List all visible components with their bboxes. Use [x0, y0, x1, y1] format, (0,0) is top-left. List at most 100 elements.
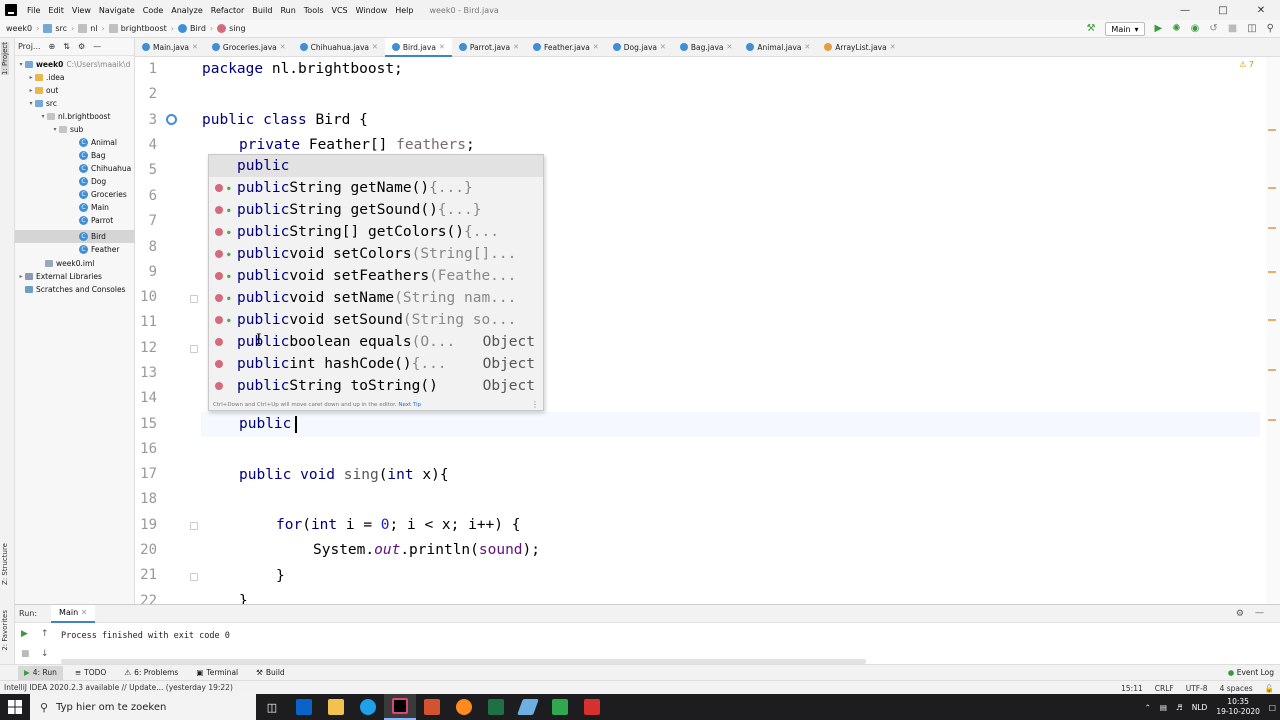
warnings-indicator[interactable]: ⚠ 7 [1239, 60, 1254, 69]
completion-item[interactable]: public int hashCode() {... Object [209, 353, 543, 375]
menu-navigate[interactable]: Navigate [95, 6, 139, 15]
hide-icon[interactable]: — [1255, 608, 1264, 618]
tab-dog-java[interactable]: Dog.java ✕ [606, 38, 673, 57]
tool-window-problems[interactable]: ⚠ 6: Problems [118, 666, 184, 680]
debug-icon[interactable]: ✺ [1172, 24, 1180, 34]
fold-icon[interactable] [190, 573, 198, 581]
completion-item[interactable]: ● public void setFeathers (Feathe... [209, 265, 543, 287]
completion-item[interactable]: ● public void setSound (String so... [209, 309, 543, 331]
stop-icon[interactable]: ■ [1228, 24, 1237, 34]
skype-icon[interactable] [352, 694, 384, 720]
task-view-icon[interactable]: ◫ [256, 694, 288, 720]
intellij-taskbar-icon[interactable] [384, 694, 416, 720]
close-icon[interactable]: ✕ [804, 43, 810, 51]
tab-feather-java[interactable]: Feather.java ✕ [526, 38, 606, 57]
close-icon[interactable]: ✕ [439, 43, 445, 51]
next-tip-link[interactable]: Next Tip [398, 402, 421, 408]
tab-chihuahua-java[interactable]: Chihuahua.java ✕ [293, 38, 385, 57]
tree-item-animal[interactable]: C Animal [15, 136, 135, 149]
menu-code[interactable]: Code [139, 6, 167, 15]
tree-item-sub[interactable]: ▾ sub [15, 123, 135, 136]
gear-icon[interactable]: ⚙ [78, 42, 85, 51]
tool-window-todo[interactable]: ≡ TODO [69, 666, 112, 680]
expand-arrow-icon[interactable]: ▾ [39, 113, 47, 120]
pen-app-icon[interactable] [512, 694, 544, 720]
close-icon[interactable]: ✕ [81, 608, 88, 617]
stop-icon[interactable]: ■ [21, 649, 30, 659]
menu-window[interactable]: Window [352, 6, 392, 15]
tree-item-week0-iml[interactable]: week0.iml [15, 257, 135, 270]
close-icon[interactable]: ✕ [660, 43, 666, 51]
completion-item[interactable]: ● public String[] getColors() {... [209, 221, 543, 243]
tree-item-parrot[interactable]: C Parrot [15, 214, 135, 227]
rerun-icon[interactable]: ▶ [21, 629, 28, 639]
notifications-icon[interactable]: □ [1269, 703, 1276, 712]
firefox-icon[interactable] [448, 694, 480, 720]
tool-window-build[interactable]: ⚒ Build [250, 666, 291, 680]
warning-stripe[interactable] [1268, 271, 1276, 273]
tree-item-external-libraries[interactable]: ▸ External Libraries [15, 270, 135, 283]
fold-icon[interactable] [190, 345, 198, 353]
tool-window-terminal[interactable]: ▣ Terminal [190, 666, 244, 680]
warning-stripe[interactable] [1268, 227, 1276, 229]
project-structure-icon[interactable]: ◫ [1247, 24, 1256, 34]
breadcrumb-bird[interactable]: Bird [177, 24, 206, 33]
profile-icon[interactable]: ↺ [1209, 24, 1217, 34]
close-icon[interactable]: ✕ [192, 43, 198, 51]
close-icon[interactable]: ✕ [280, 43, 286, 51]
menu-file[interactable]: File [23, 6, 44, 15]
menu-analyze[interactable]: Analyze [167, 6, 207, 15]
menu-edit[interactable]: Edit [44, 6, 68, 15]
breadcrumb-brightboost[interactable]: brightboost [108, 24, 167, 33]
camtasia-green-icon[interactable] [544, 694, 576, 720]
run-tab-main[interactable]: Main ✕ [51, 604, 96, 623]
completion-item[interactable]: public String toString() Object [209, 375, 543, 397]
tree-item-nl-brightboost[interactable]: ▾ nl.brightboost [15, 110, 135, 123]
network-icon[interactable]: ▤ [1160, 703, 1167, 712]
hide-icon[interactable]: — [93, 42, 101, 51]
event-log-button[interactable]: ● Event Log [1228, 668, 1274, 677]
powerpoint-icon[interactable] [416, 694, 448, 720]
file-explorer-icon[interactable] [320, 694, 352, 720]
editor-scrollbar[interactable] [1266, 57, 1280, 604]
close-icon[interactable]: ✕ [372, 43, 378, 51]
tab-main-java[interactable]: Main.java ✕ [135, 38, 205, 57]
up-arrow-icon[interactable]: ↑ [41, 629, 49, 639]
minimize-icon[interactable]: — [1166, 0, 1204, 20]
close-icon[interactable]: ✕ [890, 43, 896, 51]
warning-stripe[interactable] [1268, 187, 1276, 189]
warning-stripe[interactable] [1268, 419, 1276, 421]
tab-groceries-java[interactable]: Groceries.java ✕ [205, 38, 293, 57]
windows-start-icon[interactable] [0, 694, 30, 720]
more-options-icon[interactable]: ⋮ [531, 400, 539, 409]
completion-item[interactable]: ● public void setColors (String[]... [209, 243, 543, 265]
tool-window-run[interactable]: ▶ 4: Run [18, 665, 63, 680]
tab-parrot-java[interactable]: Parrot.java ✕ [452, 38, 526, 57]
keyboard-language[interactable]: NLD [1192, 703, 1208, 712]
tree-item-bird[interactable]: C Bird [15, 230, 135, 243]
run-console-output[interactable]: Process finished with exit code 0 [61, 631, 230, 641]
tree-item-scratches[interactable]: Scratches and Consoles [15, 283, 135, 296]
collapse-icon[interactable]: ⇅ [63, 42, 70, 51]
project-tool-tab[interactable]: 1: Project [1, 42, 9, 75]
implemented-icon[interactable] [166, 114, 177, 125]
down-arrow-icon[interactable]: ↓ [41, 649, 49, 659]
tree-item-groceries[interactable]: C Groceries [15, 188, 135, 201]
hammer-icon[interactable]: ⚒ [1086, 24, 1095, 34]
menu-tools[interactable]: Tools [300, 6, 328, 15]
menu-refactor[interactable]: Refactor [207, 6, 249, 15]
favorites-tool-tab[interactable]: 2: Favorites [1, 610, 9, 651]
taskbar-clock[interactable]: 10:35 19-10-2020 [1216, 697, 1260, 717]
status-message[interactable]: IntelliJ IDEA 2020.2.3 available // Upda… [4, 683, 233, 692]
close-icon[interactable]: ✕ [726, 43, 732, 51]
indent-setting[interactable]: 4 spaces [1220, 684, 1253, 693]
fold-icon[interactable] [190, 295, 198, 303]
run-icon[interactable]: ▶ [1155, 24, 1163, 34]
search-icon[interactable]: ⚲ [1267, 24, 1274, 34]
lock-icon[interactable]: 🔓 [1265, 684, 1274, 693]
run-configuration-select[interactable]: Main ▾ [1105, 22, 1145, 36]
outlook-icon[interactable] [288, 694, 320, 720]
warning-stripe[interactable] [1268, 369, 1276, 371]
tree-item-out[interactable]: ▸ out [15, 84, 135, 97]
completion-item[interactable]: ● public void setName (String nam... [209, 287, 543, 309]
